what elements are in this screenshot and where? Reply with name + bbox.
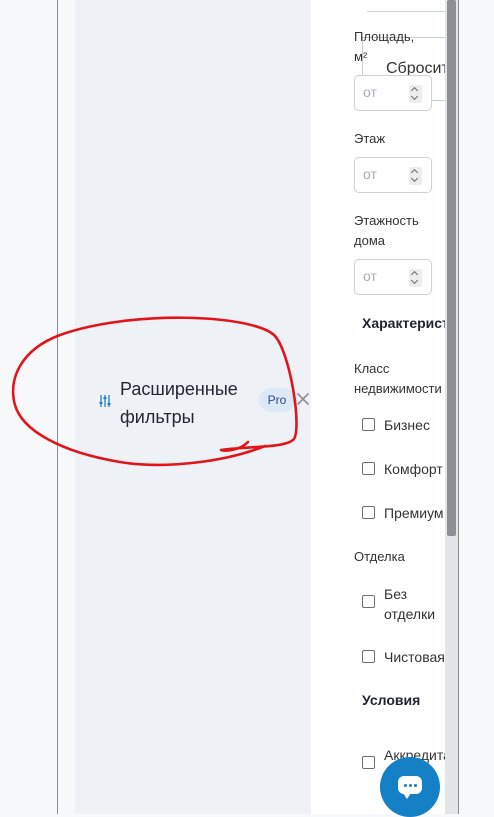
checkbox[interactable] (362, 756, 375, 769)
checkbox[interactable] (362, 650, 375, 663)
scrollbar-thumb[interactable] (447, 0, 456, 536)
floor-from-placeholder: от (363, 166, 377, 182)
floors-total-label-line2: дома (354, 233, 385, 248)
finishing-label: Отделка (354, 549, 405, 564)
checkbox-label: Чистовая (384, 649, 445, 665)
outer-border-right (458, 0, 459, 814)
stepper-icon[interactable] (409, 269, 422, 287)
checkbox-label: Без отделки (384, 584, 435, 624)
floors-total-from-input[interactable]: от (354, 259, 432, 295)
conditions-title: Условия (362, 692, 421, 708)
advanced-filters-toggle[interactable]: Расширенные фильтры Pro (99, 372, 319, 432)
floor-label: Этаж (354, 131, 386, 146)
property-class-label: Класс недвижимости (354, 359, 442, 399)
floors-total-label-line1: Этажность (354, 213, 419, 228)
property-class-label-line1: Класс (354, 361, 390, 376)
checkbox[interactable] (362, 595, 375, 608)
chat-dot (414, 784, 417, 787)
checkbox-label: Премиум (384, 505, 444, 521)
property-class-label-line2: недвижимости (354, 381, 442, 396)
checkbox-label: Комфорт (384, 461, 443, 477)
pro-badge: Pro (259, 388, 295, 412)
characteristics-title: Характеристики (362, 315, 445, 331)
checkbox-label: Бизнес (384, 417, 430, 433)
checkbox-label-line2: отделки (384, 606, 436, 622)
area-label: Площадь, м² (354, 27, 414, 67)
checkbox[interactable] (362, 462, 375, 475)
area-from-input[interactable]: от (354, 75, 432, 111)
close-icon[interactable] (296, 392, 310, 406)
floors-total-label: Этажность дома (354, 211, 419, 251)
floor-from-input[interactable]: от (354, 157, 432, 193)
floors-total-from-placeholder: от (363, 268, 377, 284)
stepper-icon[interactable] (409, 167, 422, 185)
filters-panel: Сбросить Площадь, м² от Этаж от Этажност… (311, 0, 445, 814)
sliders-icon (99, 395, 111, 407)
checkbox[interactable] (362, 506, 375, 519)
outer-border-left (57, 0, 58, 814)
advanced-filters-title-line2: фильтры (120, 407, 195, 427)
chat-button[interactable] (380, 757, 440, 817)
area-label-line1: Площадь, (354, 29, 415, 44)
advanced-filters-title: Расширенные фильтры (120, 375, 255, 431)
area-from-placeholder: от (363, 84, 377, 100)
area-label-line2: м² (354, 49, 368, 64)
stepper-icon[interactable] (409, 85, 422, 103)
chat-dot (404, 784, 407, 787)
chat-icon (398, 776, 422, 799)
divider (367, 11, 445, 12)
checkbox-label-line1: Без (384, 586, 408, 602)
chat-dot (409, 784, 412, 787)
advanced-filters-title-line1: Расширенные (120, 379, 238, 399)
checkbox[interactable] (362, 418, 375, 431)
